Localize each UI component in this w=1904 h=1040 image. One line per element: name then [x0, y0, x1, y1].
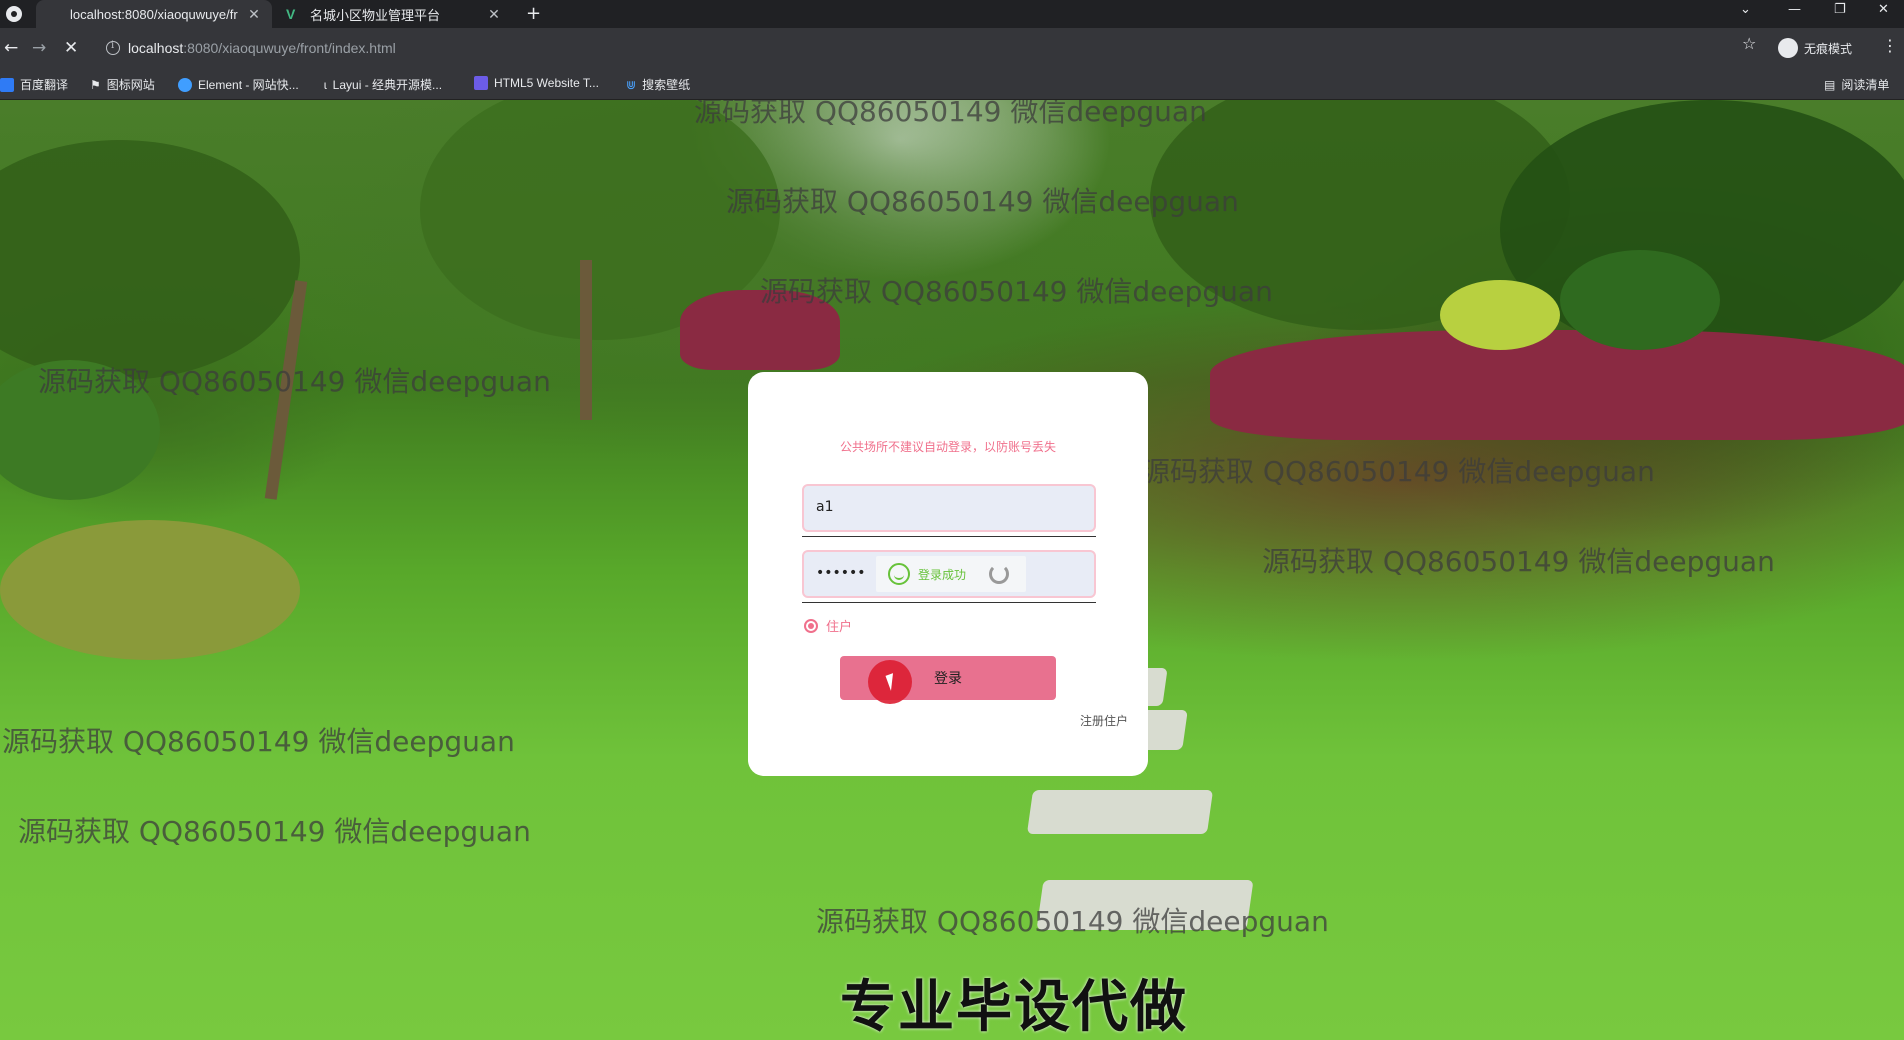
radio-checked-icon[interactable]: [804, 618, 818, 633]
watermark: 源码获取 QQ86050149 微信deepguan: [2, 725, 515, 758]
browser-menu-icon[interactable]: ⋮: [1882, 36, 1898, 55]
close-window-button[interactable]: ✕: [1878, 2, 1889, 17]
incognito-icon: [1778, 38, 1798, 58]
login-page-background: 源码获取 QQ86050149 微信deepguan 源码获取 QQ860501…: [0, 100, 1904, 1040]
red-hedge: [1210, 330, 1904, 440]
bookmark-html5[interactable]: HTML5 Website T...: [474, 76, 599, 90]
stop-loading-button[interactable]: ✕: [64, 38, 78, 58]
wallpaper-icon: ⋓: [626, 77, 637, 92]
url-path: :8080/xiaoquwuye/front/index.html: [183, 40, 396, 56]
bookmark-label: Layui - 经典开源模...: [332, 78, 443, 92]
password-input[interactable]: •••••• 登录成功: [802, 550, 1096, 598]
watermark: 源码获取 QQ86050149 微信deepguan: [694, 100, 1207, 128]
close-icon[interactable]: ✕: [486, 6, 502, 23]
browser-tab-bar: localhost:8080/xiaoquwuye/fr ✕ V 名城小区物业管…: [0, 0, 1904, 28]
back-button[interactable]: ←: [4, 38, 18, 58]
url-host: localhost: [128, 40, 184, 56]
watermark: 源码获取 QQ86050149 微信deepguan: [18, 815, 531, 848]
role-radio-resident[interactable]: 住户: [804, 616, 852, 635]
reading-list-icon: ▤: [1824, 77, 1836, 92]
watermark: 源码获取 QQ86050149 微信deepguan: [38, 365, 551, 398]
role-label: 住户: [826, 620, 853, 635]
login-button-label: 登录: [934, 671, 962, 687]
html5-icon: [474, 76, 488, 90]
browser-logo-icon: [6, 6, 22, 22]
tab-title: 名城小区物业管理平台: [310, 7, 441, 23]
video-caption: 专业毕设代做: [840, 975, 1188, 1040]
browser-toolbar: ← → ✕ localhost:8080/xiaoquwuye/front/in…: [0, 28, 1904, 68]
watermark: 源码获取 QQ86050149 微信deepguan: [1262, 545, 1775, 578]
login-card: 公共场所不建议自动登录，以防账号丢失 a1 •••••• 登录成功 住户 登录 …: [748, 372, 1148, 776]
tab-search-icon[interactable]: ⌄: [1740, 2, 1751, 17]
baidu-translate-icon: [0, 77, 14, 92]
forward-button[interactable]: →: [32, 38, 46, 58]
tab-title: localhost:8080/xiaoquwuye/fr: [70, 6, 238, 22]
auto-login-tip: 公共场所不建议自动登录，以防账号丢失: [839, 440, 1056, 454]
watermark: 源码获取 QQ86050149 微信deepguan: [1142, 455, 1655, 488]
restore-button[interactable]: ❐: [1834, 2, 1846, 17]
bookmark-star-icon[interactable]: ☆: [1742, 34, 1756, 53]
reading-list[interactable]: ▤ 阅读清单: [1824, 76, 1889, 93]
bookmark-icon-site[interactable]: ⚑ 图标网站: [90, 76, 155, 93]
tree-foliage: [0, 140, 300, 380]
bookmark-label: Element - 网站快...: [198, 78, 299, 92]
tab-localhost[interactable]: localhost:8080/xiaoquwuye/fr ✕: [36, 0, 272, 28]
divider: [802, 602, 1096, 603]
toast-text: 登录成功: [918, 567, 967, 582]
incognito-label: 无痕模式: [1804, 41, 1853, 56]
watermark: 源码获取 QQ86050149 微信deepguan: [760, 275, 1273, 308]
success-smile-icon: [888, 563, 910, 585]
username-value: a1: [816, 499, 834, 515]
register-resident-link[interactable]: 注册住户: [1080, 712, 1128, 729]
yellow-shrub: [1440, 280, 1560, 350]
bookmark-wallpaper[interactable]: ⋓ 搜索壁纸: [626, 76, 690, 93]
bookmark-layui[interactable]: ɩ Layui - 经典开源模...: [324, 76, 442, 93]
new-tab-button[interactable]: +: [526, 3, 541, 24]
username-input[interactable]: a1: [802, 484, 1096, 532]
watermark: 源码获取 QQ86050149 微信deepguan: [726, 185, 1239, 218]
loading-spinner-icon: [989, 564, 1009, 584]
bookmarks-bar: 百度翻译 ⚑ 图标网站 Element - 网站快... ɩ Layui - 经…: [0, 68, 1904, 100]
tree-trunk: [580, 260, 592, 420]
layui-icon: ɩ: [324, 77, 327, 92]
watermark: 源码获取 QQ86050149 微信deepguan: [816, 905, 1329, 938]
password-value: ••••••: [816, 565, 866, 581]
incognito-indicator[interactable]: 无痕模式: [1778, 38, 1852, 58]
bookmark-label: HTML5 Website T...: [494, 76, 599, 90]
bookmark-element[interactable]: Element - 网站快...: [178, 76, 299, 93]
flag-icon: ⚑: [90, 77, 101, 92]
stepping-stone: [1026, 790, 1214, 834]
bookmark-label: 百度翻译: [20, 78, 69, 92]
element-icon: [178, 77, 192, 92]
vue-icon: V: [286, 6, 296, 22]
reading-list-label: 阅读清单: [1841, 78, 1890, 92]
bookmark-baidu-translate[interactable]: 百度翻译: [0, 76, 68, 93]
green-shrub: [1560, 250, 1720, 350]
minimize-button[interactable]: —: [1788, 2, 1801, 17]
bookmark-label: 搜索壁纸: [642, 78, 691, 92]
info-icon[interactable]: [106, 40, 120, 55]
close-icon[interactable]: ✕: [246, 6, 262, 23]
divider: [802, 536, 1096, 537]
yellow-shrub: [0, 520, 300, 660]
address-bar[interactable]: localhost:8080/xiaoquwuye/front/index.ht…: [96, 34, 1776, 62]
tab-property-platform[interactable]: V 名城小区物业管理平台 ✕: [276, 0, 512, 28]
bookmark-label: 图标网站: [106, 78, 155, 92]
url-text: localhost:8080/xiaoquwuye/front/index.ht…: [128, 40, 396, 56]
